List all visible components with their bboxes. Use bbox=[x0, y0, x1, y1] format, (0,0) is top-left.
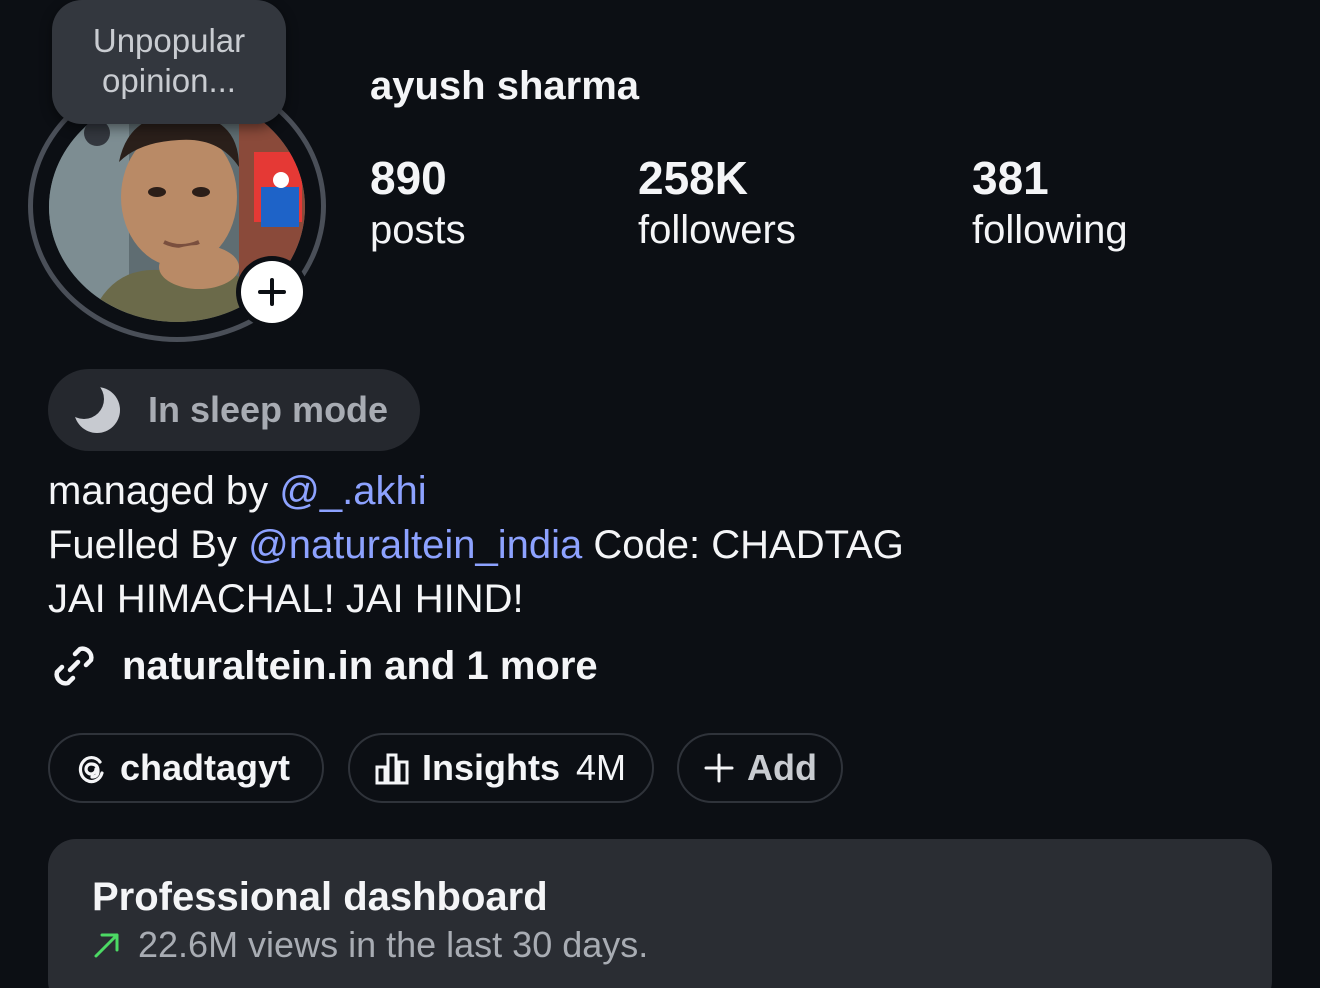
sleep-mode-label: In sleep mode bbox=[148, 389, 389, 430]
professional-dashboard-card[interactable]: Professional dashboard 22.6M views in th… bbox=[48, 839, 1272, 988]
note-text: Unpopular opinion... bbox=[92, 22, 246, 99]
bar-chart-icon bbox=[375, 753, 409, 785]
external-links-label: naturaltein.in and 1 more bbox=[122, 643, 598, 688]
stat-followers[interactable]: 258K followers bbox=[638, 150, 796, 254]
bio-line-2: Fuelled By @naturaltein_india Code: CHAD… bbox=[48, 518, 904, 572]
link-icon bbox=[54, 646, 94, 686]
username: ayush sharma bbox=[370, 64, 640, 108]
external-links[interactable]: naturaltein.in and 1 more bbox=[48, 640, 598, 692]
stat-value: 381 bbox=[972, 152, 1049, 204]
stat-posts[interactable]: 890 posts bbox=[370, 150, 466, 254]
add-chip[interactable]: Add bbox=[677, 733, 843, 803]
stat-label: posts bbox=[370, 208, 466, 252]
threads-chip[interactable]: chadtagyt bbox=[48, 733, 324, 803]
bio-line-3: JAI HIMACHAL! JAI HIND! bbox=[48, 577, 524, 621]
note-bubble[interactable]: Unpopular opinion... bbox=[52, 0, 286, 124]
stat-following[interactable]: 381 following bbox=[972, 150, 1128, 254]
bio-mention-link[interactable]: @_.akhi bbox=[279, 469, 426, 513]
profile-page: Unpopular opinion... ayush sharma 890 po… bbox=[0, 0, 1320, 988]
bio-line-1: managed by @_.akhi bbox=[48, 464, 904, 518]
threads-handle: chadtagyt bbox=[120, 747, 291, 788]
bio-text: managed by bbox=[48, 469, 280, 513]
plus-icon bbox=[704, 753, 734, 783]
add-label: Add bbox=[747, 747, 817, 788]
dashboard-title: Professional dashboard bbox=[92, 875, 548, 919]
insights-chip[interactable]: Insights 4M bbox=[348, 733, 654, 803]
stat-label: followers bbox=[638, 208, 796, 252]
dashboard-summary: 22.6M views in the last 30 days. bbox=[92, 924, 1228, 966]
bio: managed by @_.akhi Fuelled By @naturalte… bbox=[48, 464, 904, 626]
insights-value: 4M bbox=[576, 747, 627, 788]
add-story-button[interactable] bbox=[236, 256, 308, 328]
dashboard-subtitle: 22.6M views in the last 30 days. bbox=[138, 924, 649, 965]
insights-label: Insights bbox=[422, 747, 561, 788]
bio-text: Fuelled By bbox=[48, 523, 249, 567]
plus-icon bbox=[258, 278, 286, 306]
sleep-mode-status[interactable]: In sleep mode bbox=[48, 369, 420, 451]
threads-icon bbox=[78, 755, 104, 784]
trend-up-icon bbox=[94, 933, 119, 958]
stat-label: following bbox=[972, 208, 1128, 252]
bio-mention-link[interactable]: @naturaltein_india bbox=[248, 523, 582, 567]
bio-text: Code: CHADTAG bbox=[582, 523, 904, 567]
stat-value: 890 bbox=[370, 152, 447, 204]
moon-icon bbox=[72, 385, 120, 433]
stat-value: 258K bbox=[638, 152, 748, 204]
